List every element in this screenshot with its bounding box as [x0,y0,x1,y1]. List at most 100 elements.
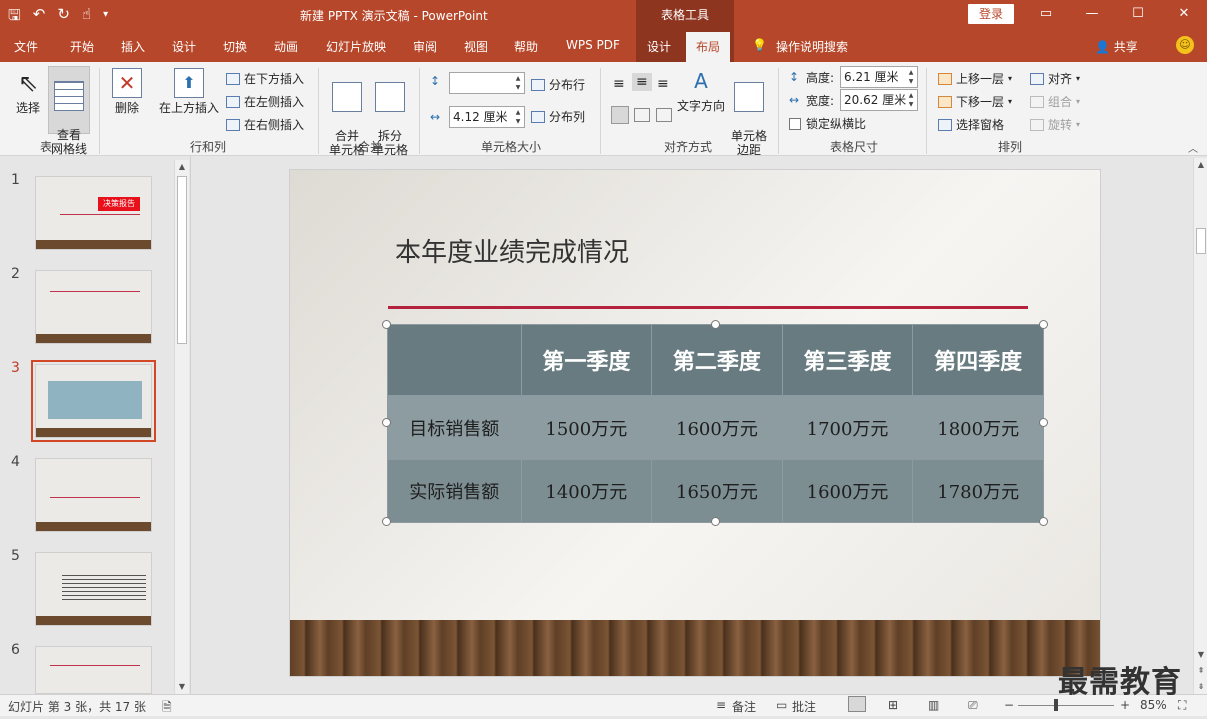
resize-handle[interactable] [382,320,391,329]
slide-thumbnail-5[interactable] [35,552,152,626]
align-left-icon[interactable]: ≡ [613,76,625,92]
slide-sorter-icon[interactable]: ⊞ [888,698,898,712]
editor-scrollbar[interactable]: ▲ ▼ ⇞ ⇟ [1193,158,1207,694]
undo-icon[interactable]: ↶ [33,5,46,30]
slideshow-icon[interactable]: ⎚ [968,698,978,713]
tell-me-search[interactable]: 操作说明搜索 [776,38,848,55]
table-header-cell[interactable]: 第四季度 [912,324,1044,396]
tab-wps-pdf[interactable]: WPS PDF [566,38,620,52]
comments-button[interactable]: 批注 [792,698,816,715]
ribbon-display-options-icon[interactable]: ▭ [1023,0,1069,30]
tab-home[interactable]: 开始 [70,38,94,55]
next-slide-icon[interactable]: ⇟ [1194,680,1207,694]
maximize-icon[interactable]: ☐ [1115,0,1161,30]
table-cell[interactable]: 1700万元 [781,395,914,460]
tab-animations[interactable]: 动画 [274,38,298,55]
align-objects-button[interactable]: 对齐 ▾ [1030,70,1080,87]
distribute-rows-button[interactable]: 分布行 [531,76,585,93]
tab-design[interactable]: 设计 [172,38,196,55]
share-button[interactable]: 👤 共享 [1095,38,1138,55]
align-right-icon[interactable]: ≡ [657,76,669,92]
resize-handle[interactable] [1039,418,1048,427]
zoom-out-icon[interactable]: − [1004,698,1014,712]
rotate-button[interactable]: 旋转 ▾ [1030,116,1080,133]
scrollbar-thumb[interactable] [1196,228,1206,254]
tab-file[interactable]: 文件 [14,38,38,55]
tab-view[interactable]: 视图 [464,38,488,55]
table-width-input[interactable]: 20.62 厘米 ▲ ▼ [840,89,918,111]
insert-right-button[interactable]: 在右侧插入 [226,116,304,133]
cell-height-input[interactable]: ▲ ▼ [449,72,525,94]
insert-left-button[interactable]: 在左侧插入 [226,93,304,110]
view-gridlines-button[interactable]: 查看 网格线 [48,66,90,156]
table-header-cell[interactable] [387,324,522,396]
normal-view-icon[interactable] [848,696,866,712]
slide-thumbnail-1[interactable]: 决策报告 [35,176,152,250]
selection-pane-button[interactable]: 选择窗格 [938,116,1004,133]
login-button[interactable]: 登录 [968,4,1014,24]
feedback-smiley-icon[interactable]: ☺ [1176,36,1194,54]
zoom-slider[interactable] [1018,705,1114,706]
align-center-icon[interactable]: ≡ [632,73,652,91]
slide-thumbnail-6[interactable] [35,646,152,694]
table-cell[interactable]: 1600万元 [781,459,914,523]
scrollbar-thumb[interactable] [177,176,187,344]
table-cell[interactable]: 1400万元 [520,459,653,523]
cell-margins-button[interactable]: 单元格 边距 [728,68,770,157]
table-cell[interactable]: 1780万元 [912,459,1044,523]
notes-button[interactable]: 备注 [732,698,756,715]
delete-button[interactable]: ✕ 删除 [108,68,146,134]
customize-qat-icon[interactable]: ▾ [103,5,108,30]
redo-icon[interactable]: ↻ [57,5,70,30]
resize-handle[interactable] [711,517,720,526]
slide-thumbnail-4[interactable] [35,458,152,532]
minimize-icon[interactable]: — [1069,0,1115,30]
align-middle-icon[interactable] [634,108,650,122]
resize-handle[interactable] [382,517,391,526]
tab-transitions[interactable]: 切换 [223,38,247,55]
spinner-arrows-icon[interactable]: ▲ ▼ [513,74,523,92]
slide-thumbnail-3[interactable] [31,360,156,442]
tab-help[interactable]: 帮助 [514,38,538,55]
close-icon[interactable]: ✕ [1161,0,1207,30]
slide-title[interactable]: 本年度业绩完成情况 [395,232,629,269]
table-header-cell[interactable]: 第一季度 [520,324,653,396]
reading-view-icon[interactable]: ▥ [928,698,939,712]
tab-insert[interactable]: 插入 [121,38,145,55]
select-button[interactable]: ⇖ 选择 [10,68,46,134]
previous-slide-icon[interactable]: ⇞ [1194,664,1207,678]
insert-above-button[interactable]: ⬆ 在上方插入 [154,68,224,134]
tab-table-layout[interactable]: 布局 [686,32,731,62]
table-cell[interactable]: 1650万元 [651,459,783,523]
spinner-arrows-icon[interactable]: ▲ ▼ [906,68,916,86]
current-slide[interactable]: 本年度业绩完成情况 第一季度 第二季度 第三季度 第四季度 目标销售额 1500… [289,169,1101,677]
text-direction-button[interactable]: A 文字方向 [677,66,725,132]
table-height-input[interactable]: 6.21 厘米 ▲ ▼ [840,66,918,88]
resize-handle[interactable] [1039,320,1048,329]
spinner-arrows-icon[interactable]: ▲ ▼ [513,108,523,126]
table-cell[interactable]: 目标销售额 [387,395,522,460]
scroll-down-arrow-icon[interactable]: ▼ [175,680,189,694]
resize-handle[interactable] [711,320,720,329]
cell-width-input[interactable]: 4.12 厘米 ▲ ▼ [449,106,525,128]
distribute-cols-button[interactable]: 分布列 [531,108,585,125]
split-cells-button[interactable]: 拆分 单元格 [369,68,411,157]
slide-thumbnail-2[interactable] [35,270,152,344]
scroll-up-arrow-icon[interactable]: ▲ [175,160,189,174]
sales-table[interactable]: 第一季度 第二季度 第三季度 第四季度 目标销售额 1500万元 1600万元 … [387,324,1044,523]
lock-aspect-ratio-checkbox[interactable]: 锁定纵横比 [789,115,866,132]
table-cell[interactable]: 1800万元 [912,395,1044,460]
thumbnails-scrollbar[interactable]: ▲ ▼ [174,160,189,694]
tab-review[interactable]: 审阅 [413,38,437,55]
align-bottom-icon[interactable] [656,108,672,122]
table-cell[interactable]: 实际销售额 [387,459,522,523]
insert-below-button[interactable]: 在下方插入 [226,70,304,87]
table-header-cell[interactable]: 第三季度 [781,324,914,396]
table-cell[interactable]: 1600万元 [651,395,783,460]
tab-slideshow[interactable]: 幻灯片放映 [326,38,386,55]
table-cell[interactable]: 1500万元 [520,395,653,460]
resize-handle[interactable] [1039,517,1048,526]
align-top-icon[interactable] [611,106,629,124]
collapse-ribbon-icon[interactable]: ︿ [1188,140,1198,155]
spinner-arrows-icon[interactable]: ▲ ▼ [906,91,916,109]
